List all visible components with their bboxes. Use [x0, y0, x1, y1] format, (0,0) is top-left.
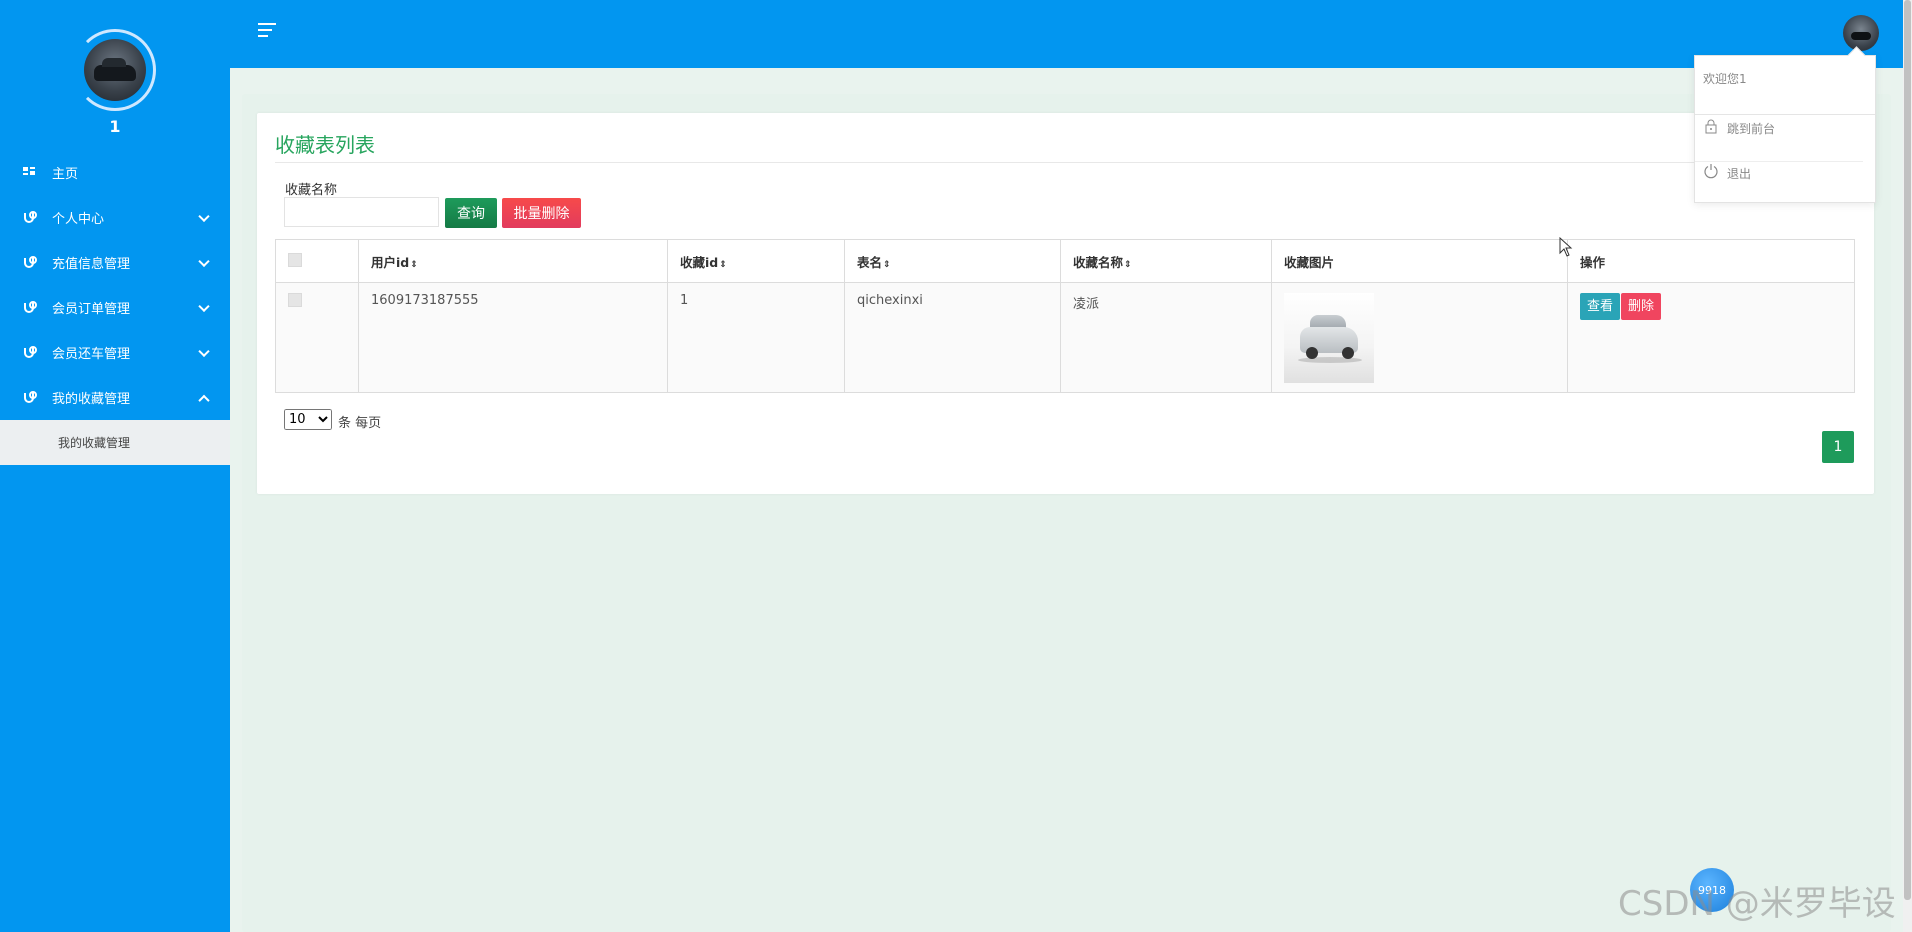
- sidebar-item-label: 会员还车管理: [52, 347, 131, 362]
- cell-select: [275, 282, 359, 393]
- select-all-checkbox[interactable]: [288, 252, 302, 267]
- sidebar-item-home[interactable]: 主页: [0, 150, 230, 195]
- sort-icon[interactable]: ⇕: [410, 260, 418, 270]
- sidebar-item-returns[interactable]: 会员还车管理: [0, 330, 230, 375]
- header-select-all[interactable]: [275, 239, 359, 283]
- sidebar-avatar[interactable]: [84, 39, 146, 101]
- hamburger-icon[interactable]: [258, 23, 278, 39]
- sidebar-menu: 主页 个人中心 充值信息管理 会员订单管理 会员还车管理 我的收藏管理 我的收藏…: [0, 150, 230, 465]
- cell-fav-name: 凌派: [1060, 282, 1272, 393]
- chevron-down-icon: [198, 210, 210, 222]
- top-bar: [230, 0, 1903, 68]
- home-icon: [22, 166, 36, 180]
- sort-icon[interactable]: ⇕: [883, 260, 891, 270]
- search-label: 收藏名称: [285, 183, 338, 198]
- lock-icon: [1703, 119, 1719, 138]
- sort-icon[interactable]: ⇕: [1124, 260, 1132, 270]
- sidebar-item-favorites[interactable]: 我的收藏管理: [0, 375, 230, 420]
- header-fav-id[interactable]: 收藏id⇕: [667, 239, 845, 283]
- user-dropdown: 欢迎您1 跳到前台 退出: [1694, 46, 1876, 203]
- watermark: CSDN @米罗毕设: [1618, 884, 1896, 924]
- power-icon: [1703, 163, 1719, 183]
- header-actions: 操作: [1567, 239, 1855, 283]
- query-button[interactable]: 查询: [445, 198, 497, 228]
- chevron-up-icon: [198, 394, 210, 406]
- sidebar-item-personal-center[interactable]: 个人中心: [0, 195, 230, 240]
- header-fav-image: 收藏图片: [1271, 239, 1568, 283]
- sidebar: 1 主页 个人中心 充值信息管理 会员订单管理 会员还车管理 我的收藏管理 我的…: [0, 0, 230, 932]
- favorites-table: 用户id⇕ 收藏id⇕ 表名⇕ 收藏名称⇕ 收藏图片 操作 1609173187…: [275, 239, 1855, 393]
- sidebar-user-name: 1: [109, 117, 121, 136]
- pagination-page-1[interactable]: 1: [1822, 431, 1854, 463]
- page-size-suffix: 条 每页: [338, 416, 382, 431]
- table-row: 1609173187555 1 qichexinxi 凌派 查看 删除: [275, 282, 1855, 393]
- sort-icon[interactable]: ⇕: [719, 260, 727, 270]
- welcome-text: 欢迎您1: [1703, 72, 1747, 86]
- header-avatar[interactable]: [1843, 15, 1879, 51]
- chevron-down-icon: [198, 345, 210, 357]
- sidebar-item-label: 我的收藏管理: [52, 392, 131, 407]
- sidebar-item-label: 个人中心: [52, 212, 105, 227]
- sidebar-item-orders[interactable]: 会员订单管理: [0, 285, 230, 330]
- goto-frontend-link[interactable]: 跳到前台: [1703, 119, 1775, 138]
- cell-table-name: qichexinxi: [844, 282, 1061, 393]
- stethoscope-icon: [22, 210, 37, 225]
- delete-button[interactable]: 删除: [1621, 293, 1662, 320]
- page-scrollbar[interactable]: [1903, 0, 1912, 932]
- list-card: 收藏表列表 收藏名称 查询 批量删除 用户id⇕ 收藏id⇕ 表名⇕ 收藏名称⇕…: [257, 113, 1874, 494]
- cell-fav-image: [1271, 282, 1568, 393]
- sidebar-item-label: 会员订单管理: [52, 302, 131, 317]
- batch-delete-button[interactable]: 批量删除: [502, 198, 581, 228]
- view-button[interactable]: 查看: [1580, 293, 1621, 320]
- sidebar-subitem-favorites[interactable]: 我的收藏管理: [0, 420, 230, 465]
- page-size-select[interactable]: 10 20 30: [284, 409, 332, 430]
- sidebar-item-label: 主页: [52, 167, 79, 182]
- header-user-id[interactable]: 用户id⇕: [358, 239, 668, 283]
- page-title: 收藏表列表: [275, 133, 375, 157]
- sidebar-item-recharge[interactable]: 充值信息管理: [0, 240, 230, 285]
- sidebar-avatar-ring: [74, 29, 156, 111]
- cell-actions: 查看 删除: [1567, 282, 1855, 393]
- search-input[interactable]: [284, 197, 439, 227]
- table-header-row: 用户id⇕ 收藏id⇕ 表名⇕ 收藏名称⇕ 收藏图片 操作: [275, 239, 1855, 283]
- chevron-down-icon: [198, 255, 210, 267]
- stethoscope-icon: [22, 345, 37, 360]
- row-checkbox[interactable]: [288, 293, 302, 307]
- logout-link[interactable]: 退出: [1703, 163, 1751, 183]
- title-divider: [275, 162, 1856, 163]
- stethoscope-icon: [22, 255, 37, 270]
- car-thumbnail[interactable]: [1284, 293, 1374, 383]
- chevron-down-icon: [198, 300, 210, 312]
- header-table-name[interactable]: 表名⇕: [844, 239, 1061, 283]
- header-fav-name[interactable]: 收藏名称⇕: [1060, 239, 1272, 283]
- stethoscope-icon: [22, 300, 37, 315]
- cell-fav-id: 1: [667, 282, 845, 393]
- cell-user-id: 1609173187555: [358, 282, 668, 393]
- sidebar-item-label: 充值信息管理: [52, 257, 131, 272]
- stethoscope-icon: [22, 390, 37, 405]
